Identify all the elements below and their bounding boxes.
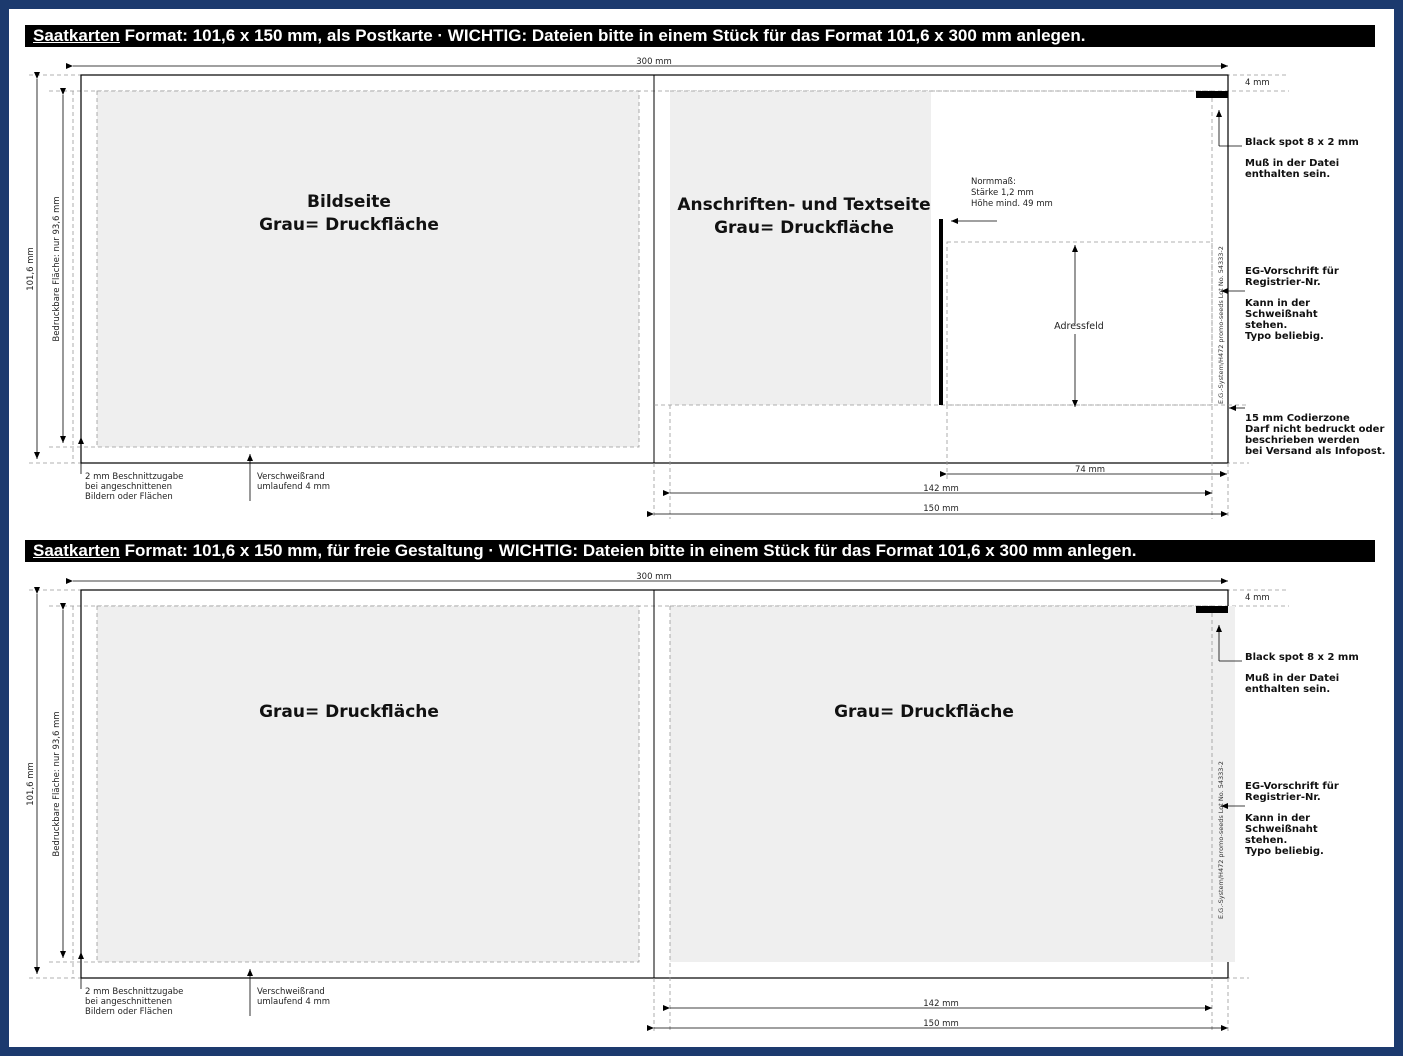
bottom-note-b2: bei angeschnittenen [85, 482, 172, 492]
note-code4: bei Versand als Infopost. [1245, 446, 1385, 457]
left-panel-line2: Grau= Druckfläche [259, 215, 439, 235]
note-muss1: Muß in der Datei [1245, 158, 1339, 169]
address-label: Adressfeld [1054, 321, 1104, 332]
s2-note-eg1: EG-Vorschrift für [1245, 781, 1339, 792]
right-print-area [670, 91, 931, 405]
right-panel-line1: Anschriften- und Textseite [677, 195, 930, 215]
s2-dim-4mm-label: 4 mm [1245, 593, 1270, 603]
s2-note-kann2: Schweißnaht [1245, 824, 1318, 835]
dim-printable-label: Bedruckbare Fläche: nur 93,6 mm [52, 196, 62, 341]
s2-bottom-note-b1: 2 mm Beschnittzugabe [85, 987, 183, 997]
s2-bottom-note-b3: Bildern oder Flächen [85, 1007, 173, 1017]
left-panel-line1: Bildseite [307, 192, 391, 212]
note-code3: beschrieben werden [1245, 435, 1360, 446]
note-code2: Darf nicht bedruckt oder [1245, 424, 1384, 435]
dim-142-label: 142 mm [923, 484, 959, 494]
s2-right-panel-line1: Grau= Druckfläche [834, 702, 1014, 722]
s2-note-kann3: stehen. [1245, 835, 1287, 846]
bottom-note-v1: Verschweißrand [257, 472, 325, 482]
s2-dim-142-label: 142 mm [923, 999, 959, 1009]
note-code1: 15 mm Codierzone [1245, 413, 1350, 424]
s2-note-black-spot: Black spot 8 x 2 mm [1245, 652, 1359, 663]
s2-bottom-note-b2: bei angeschnittenen [85, 997, 172, 1007]
template-sheet: Saatkarten Format: 101,6 x 150 mm, als P… [9, 9, 1394, 1047]
s2-reg-vertical-text: E.G.-System/H472 promo-seeds Lot No. 543… [1217, 761, 1225, 919]
s2-left-panel-line1: Grau= Druckfläche [259, 702, 439, 722]
right-panel-line2: Grau= Druckfläche [714, 218, 894, 238]
dim-height-label: 101,6 mm [26, 247, 36, 291]
s2-bottom-note-v1: Verschweißrand [257, 987, 325, 997]
s2-right-print-area [670, 606, 1235, 962]
s2-note-kann1: Kann in der [1245, 813, 1310, 824]
note-kann2: Schweißnaht [1245, 309, 1318, 320]
note-kann3: stehen. [1245, 320, 1287, 331]
section1-diagram: 300 mm Bildseite Grau= Druckfläche Ansch… [26, 57, 1385, 519]
section2-diagram: 300 mm Grau= Druckfläche Grau= Druckfläc… [26, 572, 1359, 1033]
bottom-note-v2: umlaufend 4 mm [257, 482, 330, 492]
note-kann4: Typo beliebig. [1245, 331, 1324, 342]
s2-note-muss1: Muß in der Datei [1245, 673, 1339, 684]
bottom-note-b1: 2 mm Beschnittzugabe [85, 472, 183, 482]
left-print-area [96, 90, 640, 448]
normmass-l1: Normmaß: [971, 177, 1016, 187]
normmass-l2: Stärke 1,2 mm [971, 188, 1034, 198]
s2-note-eg2: Registrier-Nr. [1245, 792, 1321, 803]
s2-dim-height-label: 101,6 mm [26, 762, 36, 806]
s2-dim-300-label: 300 mm [636, 572, 672, 582]
black-spot [1196, 91, 1228, 98]
s2-note-muss2: enthalten sein. [1245, 684, 1330, 695]
dim-300-label: 300 mm [636, 57, 672, 67]
note-muss2: enthalten sein. [1245, 169, 1330, 180]
normmass-bar [939, 219, 943, 405]
note-kann1: Kann in der [1245, 298, 1310, 309]
s2-black-spot [1196, 606, 1228, 613]
dim-74-label: 74 mm [1075, 465, 1105, 475]
note-eg1: EG-Vorschrift für [1245, 266, 1339, 277]
note-black-spot: Black spot 8 x 2 mm [1245, 137, 1359, 148]
dim-150-label: 150 mm [923, 504, 959, 514]
note-eg2: Registrier-Nr. [1245, 277, 1321, 288]
dim-4mm-label: 4 mm [1245, 78, 1270, 88]
reg-vertical-text: E.G.-System/H472 promo-seeds Lot No. 543… [1217, 246, 1225, 404]
s2-left-print-area [96, 605, 640, 963]
s2-dim-150-label: 150 mm [923, 1019, 959, 1029]
normmass-l3: Höhe mind. 49 mm [971, 199, 1053, 209]
bottom-note-b3: Bildern oder Flächen [85, 492, 173, 502]
diagram-svg: 300 mm Bildseite Grau= Druckfläche Ansch… [26, 57, 1385, 1033]
s2-note-kann4: Typo beliebig. [1245, 846, 1324, 857]
s2-bottom-note-v2: umlaufend 4 mm [257, 997, 330, 1007]
s2-dim-printable-label: Bedruckbare Fläche: nur 93,6 mm [52, 711, 62, 856]
